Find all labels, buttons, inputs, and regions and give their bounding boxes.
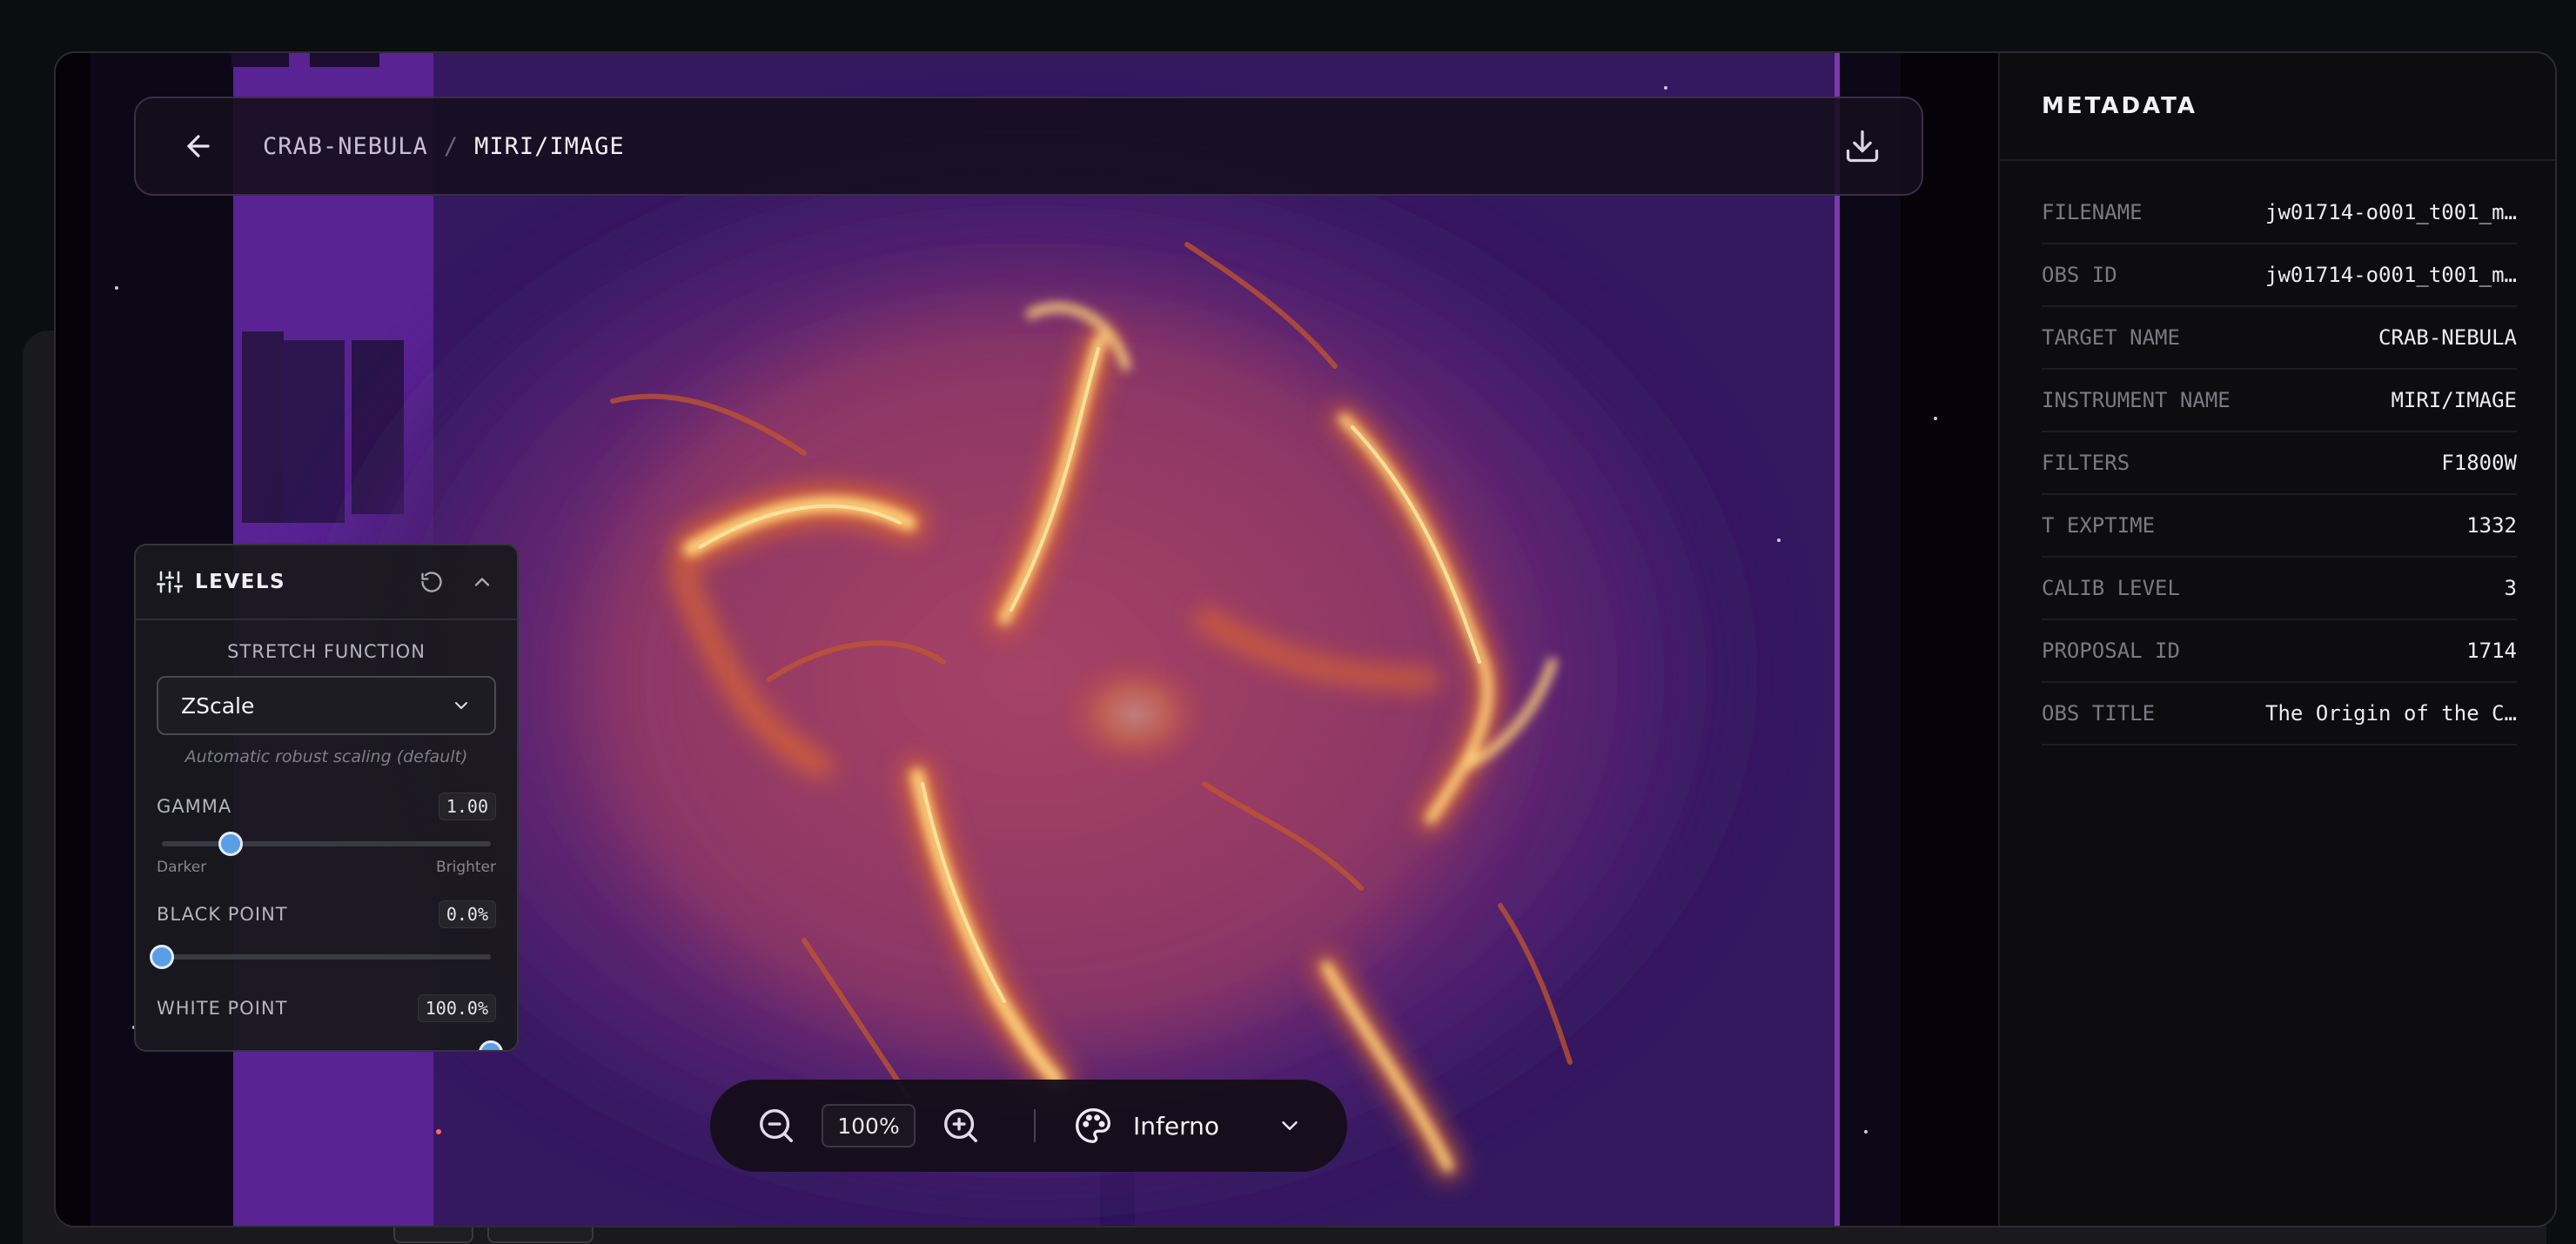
metadata-value: jw01714-o001_t001_m… — [2265, 200, 2517, 224]
chevron-down-icon — [455, 702, 467, 709]
metadata-key: FILTERS — [2042, 451, 2130, 475]
levels-panel: LEVELS STRETCH FUNCTION ZScale Automatic… — [134, 544, 519, 1052]
breadcrumb: CRAB-NEBULA / MIRI/IMAGE — [263, 133, 625, 160]
breadcrumb-instrument: MIRI/IMAGE — [474, 132, 625, 160]
collapse-button[interactable] — [468, 568, 496, 596]
image-canvas[interactable]: CRAB-NEBULA / MIRI/IMAGE LEVELS STRETCH … — [56, 53, 1998, 1226]
gamma-slider[interactable] — [162, 832, 491, 856]
toolbar-divider — [1034, 1109, 1036, 1142]
reset-button[interactable] — [418, 568, 446, 596]
metadata-value: MIRI/IMAGE — [2391, 388, 2518, 412]
metadata-title: METADATA — [2000, 53, 2555, 161]
sliders-icon — [157, 571, 183, 593]
metadata-value: F1800W — [2441, 451, 2517, 475]
gamma-brighter-label: Brighter — [435, 859, 496, 876]
metadata-key: FILENAME — [2042, 200, 2143, 224]
metadata-value: CRAB-NEBULA — [2378, 325, 2517, 350]
black-point-slider[interactable] — [150, 945, 491, 969]
stretch-function-select[interactable]: ZScale — [157, 676, 496, 735]
reset-icon — [421, 572, 442, 592]
metadata-value: 3 — [2504, 576, 2517, 600]
metadata-key: OBS ID — [2042, 263, 2117, 287]
gamma-slider-thumb[interactable] — [218, 832, 244, 856]
metadata-value: The Origin of the C… — [2265, 701, 2517, 726]
breadcrumb-bar: CRAB-NEBULA / MIRI/IMAGE — [134, 97, 1923, 196]
metadata-key: T EXPTIME — [2042, 513, 2156, 538]
zoom-in-icon — [944, 1109, 977, 1142]
zoom-level[interactable]: 100% — [822, 1104, 916, 1147]
gamma-label: GAMMA — [157, 796, 232, 817]
black-point-label: BLACK POINT — [157, 904, 288, 925]
levels-header: LEVELS — [136, 545, 517, 620]
stretch-function-value: ZScale — [181, 692, 255, 719]
black-point-slider-thumb[interactable] — [150, 945, 174, 969]
arrow-left-icon — [187, 135, 210, 157]
metadata-value: jw01714-o001_t001_m… — [2265, 263, 2517, 287]
chevron-down-icon — [1282, 1121, 1298, 1130]
zoom-out-button[interactable] — [754, 1103, 799, 1148]
white-point-value: 100.0% — [417, 994, 496, 1022]
breadcrumb-target[interactable]: CRAB-NEBULA — [263, 133, 428, 160]
white-point-slider[interactable] — [479, 1040, 503, 1050]
zoom-in-button[interactable] — [938, 1103, 983, 1148]
palette-icon — [1076, 1108, 1110, 1143]
metadata-value: 1714 — [2466, 639, 2517, 663]
metadata-panel: METADATA FILENAME jw01714-o001_t001_m… OBS… — [1998, 53, 2555, 1226]
stretch-function-hint: Automatic robust scaling (default) — [184, 747, 468, 766]
zoom-out-icon — [760, 1109, 793, 1142]
stretch-function-label: STRETCH FUNCTION — [227, 641, 426, 662]
gamma-darker-label: Darker — [157, 859, 207, 876]
metadata-row: FILENAME jw01714-o001_t001_m… — [2042, 182, 2517, 244]
metadata-value: 1332 — [2466, 513, 2517, 538]
metadata-row: PROPOSAL ID 1714 — [2042, 620, 2517, 683]
black-point-value: 0.0% — [438, 900, 496, 928]
image-viewer-modal: CRAB-NEBULA / MIRI/IMAGE LEVELS STRETCH … — [54, 51, 2557, 1227]
breadcrumb-separator: / — [443, 132, 460, 160]
metadata-key: INSTRUMENT NAME — [2042, 388, 2231, 412]
levels-title: LEVELS — [195, 571, 286, 593]
chevron-up-icon — [474, 578, 490, 586]
metadata-row: OBS ID jw01714-o001_t001_m… — [2042, 244, 2517, 307]
metadata-row: CALIB LEVEL 3 — [2042, 558, 2517, 620]
metadata-key: OBS TITLE — [2042, 701, 2156, 726]
download-icon — [1846, 130, 1879, 163]
metadata-key: TARGET NAME — [2042, 325, 2180, 350]
white-point-label: WHITE POINT — [157, 998, 288, 1019]
metadata-row: T EXPTIME 1332 — [2042, 495, 2517, 558]
back-button[interactable] — [178, 125, 219, 167]
white-point-slider-thumb[interactable] — [479, 1040, 503, 1050]
colormap-label[interactable]: Inferno — [1133, 1112, 1219, 1140]
metadata-row: FILTERS F1800W — [2042, 432, 2517, 495]
metadata-row: INSTRUMENT NAME MIRI/IMAGE — [2042, 370, 2517, 432]
metadata-row: OBS TITLE The Origin of the C… — [2042, 683, 2517, 746]
metadata-key: CALIB LEVEL — [2042, 576, 2180, 600]
view-toolbar: 100% Inferno — [710, 1080, 1347, 1172]
metadata-list: FILENAME jw01714-o001_t001_m… OBS ID jw0171… — [2000, 161, 2555, 746]
metadata-row: TARGET NAME CRAB-NEBULA — [2042, 307, 2517, 370]
colormap-dropdown-button[interactable] — [1267, 1103, 1312, 1148]
metadata-key: PROPOSAL ID — [2042, 639, 2180, 663]
download-button[interactable] — [1838, 122, 1887, 171]
gamma-value: 1.00 — [438, 793, 496, 820]
